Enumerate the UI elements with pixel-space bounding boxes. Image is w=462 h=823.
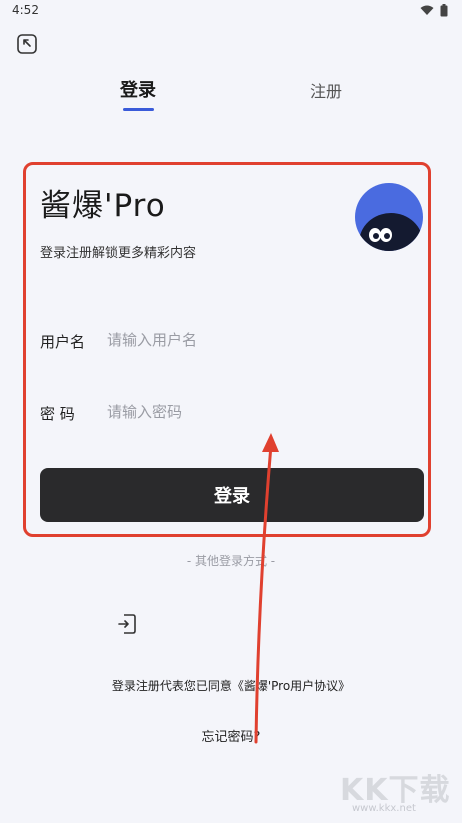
status-icons [420, 4, 448, 17]
back-icon [17, 34, 37, 54]
status-bar: 4:52 [0, 0, 462, 24]
wifi-icon [420, 5, 434, 15]
tab-register[interactable]: 注册 [300, 78, 352, 102]
login-button[interactable]: 登录 [40, 468, 424, 522]
watermark-url: www.kkx.net [352, 803, 416, 814]
username-label: 用户名 [40, 333, 86, 351]
tab-login[interactable]: 登录 [112, 76, 164, 102]
login-switch-icon [118, 614, 136, 634]
tab-indicator [123, 108, 154, 111]
password-input[interactable] [107, 400, 407, 424]
brand-subtitle: 登录注册解锁更多精彩内容 [40, 246, 197, 261]
other-login-label: - 其他登录方式 - [186, 554, 276, 568]
forgot-password-link[interactable]: 忘记密码? [0, 726, 462, 745]
battery-icon [440, 4, 448, 17]
status-time: 4:52 [12, 3, 39, 17]
brand-title: 酱爆'Pro [40, 188, 166, 224]
login-screen: 4:52 登录 注册 酱爆'Pro 登录注册解锁更多精彩内容 用户名 请输入用户… [0, 0, 462, 823]
avatar-icon [355, 183, 423, 251]
password-label: 密 码 [40, 405, 75, 423]
avatar [355, 183, 423, 251]
username-input[interactable] [107, 328, 407, 352]
agreement-link[interactable]: 登录注册代表您已同意《酱爆'Pro用户协议》 [0, 677, 462, 694]
back-button[interactable] [16, 33, 38, 55]
other-login-button[interactable] [116, 612, 138, 636]
